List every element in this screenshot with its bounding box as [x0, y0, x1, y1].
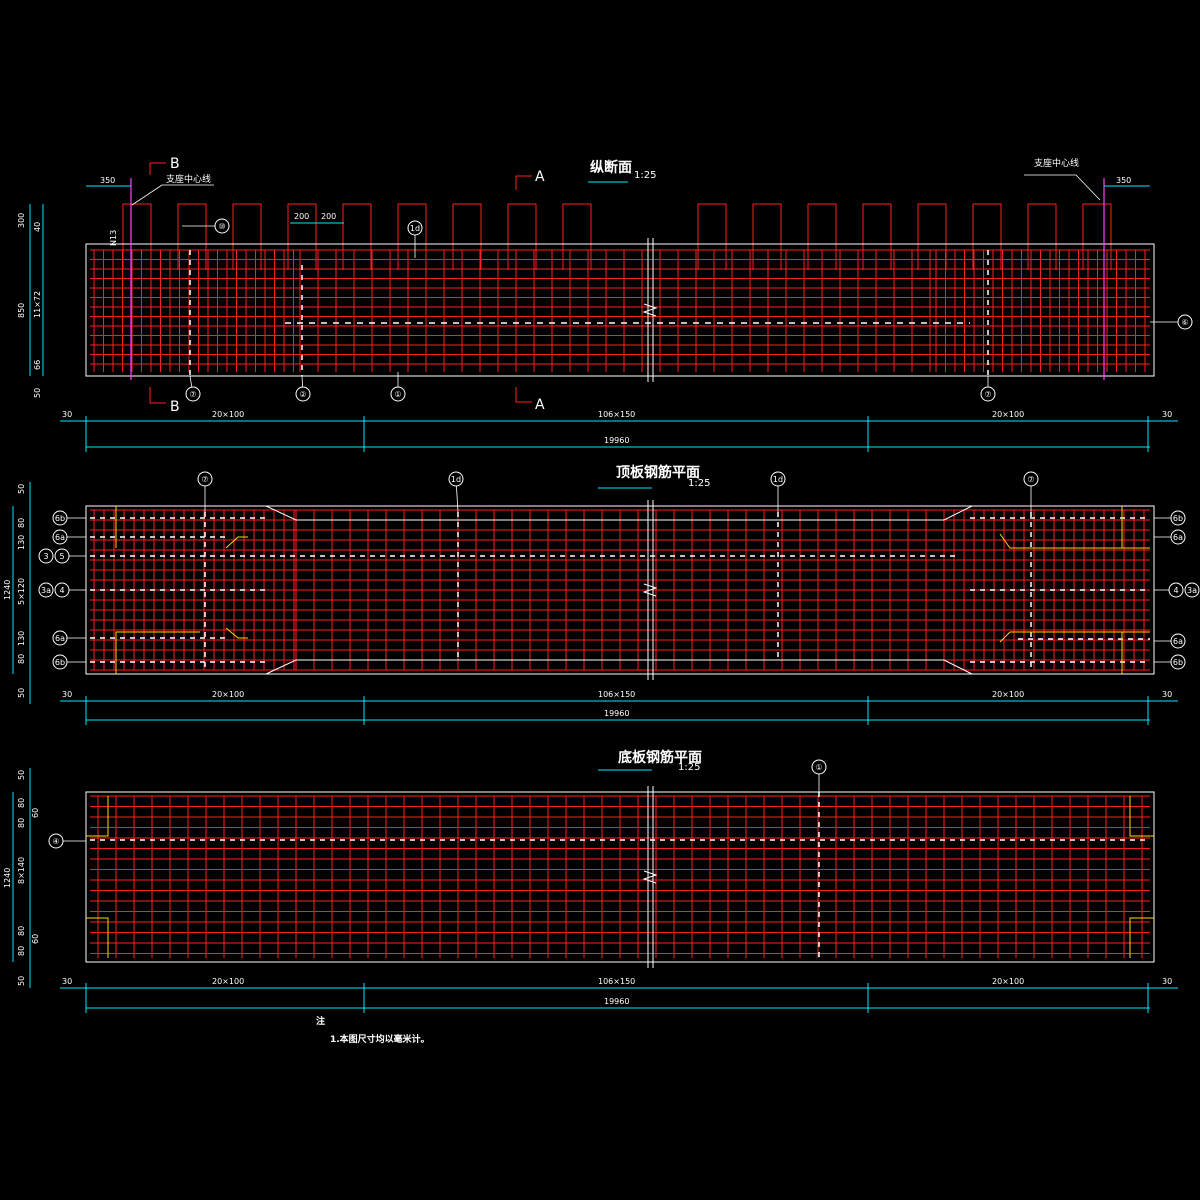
svg-text:50: 50 — [33, 388, 42, 398]
svg-text:350: 350 — [1116, 176, 1131, 185]
dim-label: 30 — [62, 977, 72, 986]
svg-text:130: 130 — [17, 535, 26, 550]
svg-text:B: B — [170, 156, 180, 172]
callout-label: ① — [394, 390, 401, 399]
callout-label: ⑩ — [218, 222, 225, 231]
svg-text:50: 50 — [17, 484, 26, 494]
callout-label: 4 — [1173, 586, 1178, 595]
svg-text:80: 80 — [17, 798, 26, 808]
callout-label: 6a — [1173, 533, 1183, 542]
dim-label: 30 — [62, 690, 72, 699]
svg-text:A: A — [535, 169, 545, 185]
dim-label: 106×150 — [598, 977, 635, 986]
callout-label: 1d — [451, 475, 461, 484]
elevation-title: 纵断面 — [590, 159, 632, 176]
callout-label: ⑥ — [1181, 318, 1188, 327]
svg-text:50: 50 — [17, 976, 26, 986]
callout-label: 4 — [59, 586, 64, 595]
callout-label: ⑦ — [201, 475, 208, 484]
dim-label: 106×150 — [598, 410, 635, 419]
dim-label: 30 — [62, 410, 72, 419]
callout-label: 3a — [41, 586, 51, 595]
svg-text:1240: 1240 — [3, 580, 12, 600]
svg-text:350: 350 — [100, 176, 115, 185]
bottom-slab-scale: 1:25 — [678, 762, 700, 773]
dim-label: 19960 — [604, 709, 629, 718]
callout-label: 3a — [1187, 586, 1197, 595]
svg-text:支座中心线: 支座中心线 — [1034, 157, 1079, 169]
dim-label: 19960 — [604, 436, 629, 445]
callout-label: 6a — [55, 533, 65, 542]
svg-text:60: 60 — [31, 808, 40, 818]
svg-text:B: B — [170, 399, 180, 415]
svg-text:80: 80 — [17, 518, 26, 528]
dim-label: 20×100 — [212, 977, 244, 986]
svg-text:A: A — [535, 397, 545, 413]
callout-label: 6b — [1173, 514, 1183, 523]
svg-text:130: 130 — [17, 631, 26, 646]
callout-label: ⑦ — [1027, 475, 1034, 484]
svg-text:200: 200 — [321, 212, 336, 221]
svg-text:50: 50 — [17, 770, 26, 780]
drawing-canvas: 纵断面 1:25 B B A A 支座中心线 支座中心线 350 350 200… — [0, 0, 1200, 1200]
svg-text:40: 40 — [33, 222, 42, 232]
svg-text:8×140: 8×140 — [17, 857, 26, 884]
svg-text:300: 300 — [17, 213, 26, 228]
tag-n13: N13 — [109, 230, 118, 246]
callout-label: ⑦ — [189, 390, 196, 399]
callout-label: 6a — [55, 634, 65, 643]
svg-text:80: 80 — [17, 654, 26, 664]
note-text: 1.本图尺寸均以毫米计。 — [330, 1033, 430, 1045]
elevation-scale: 1:25 — [634, 170, 656, 181]
callout-label: 6a — [1173, 637, 1183, 646]
note-heading: 注 — [316, 1015, 325, 1027]
svg-text:80: 80 — [17, 926, 26, 936]
top-slab-scale: 1:25 — [688, 478, 710, 489]
callout-label: 5 — [59, 552, 64, 561]
callout-label: 3 — [43, 552, 48, 561]
callout-label: 1d — [773, 475, 783, 484]
callout-label: 6b — [55, 658, 65, 667]
callout-label: ① — [815, 763, 822, 772]
svg-text:1240: 1240 — [3, 868, 12, 888]
callout-label: 6b — [1173, 658, 1183, 667]
svg-text:66: 66 — [33, 360, 42, 370]
callout-label: 6b — [55, 514, 65, 523]
svg-text:80: 80 — [17, 818, 26, 828]
svg-text:60: 60 — [31, 934, 40, 944]
svg-text:11×72: 11×72 — [33, 291, 42, 318]
dim-label: 30 — [1162, 690, 1172, 699]
dim-label: 20×100 — [212, 410, 244, 419]
svg-text:200: 200 — [294, 212, 309, 221]
dim-label: 30 — [1162, 410, 1172, 419]
callout-label: 1d — [410, 224, 420, 233]
callout-label: ④ — [52, 837, 59, 846]
svg-text:5×120: 5×120 — [17, 578, 26, 605]
svg-text:50: 50 — [17, 688, 26, 698]
dim-label: 30 — [1162, 977, 1172, 986]
callout-label: ⑦ — [984, 390, 991, 399]
dim-label: 20×100 — [992, 977, 1024, 986]
svg-text:支座中心线: 支座中心线 — [166, 173, 211, 185]
dim-label: 19960 — [604, 997, 629, 1006]
dim-label: 20×100 — [992, 410, 1024, 419]
svg-text:80: 80 — [17, 946, 26, 956]
dim-label: 20×100 — [992, 690, 1024, 699]
svg-text:850: 850 — [17, 303, 26, 318]
dim-label: 20×100 — [212, 690, 244, 699]
callout-label: ② — [299, 390, 306, 399]
dim-label: 106×150 — [598, 690, 635, 699]
